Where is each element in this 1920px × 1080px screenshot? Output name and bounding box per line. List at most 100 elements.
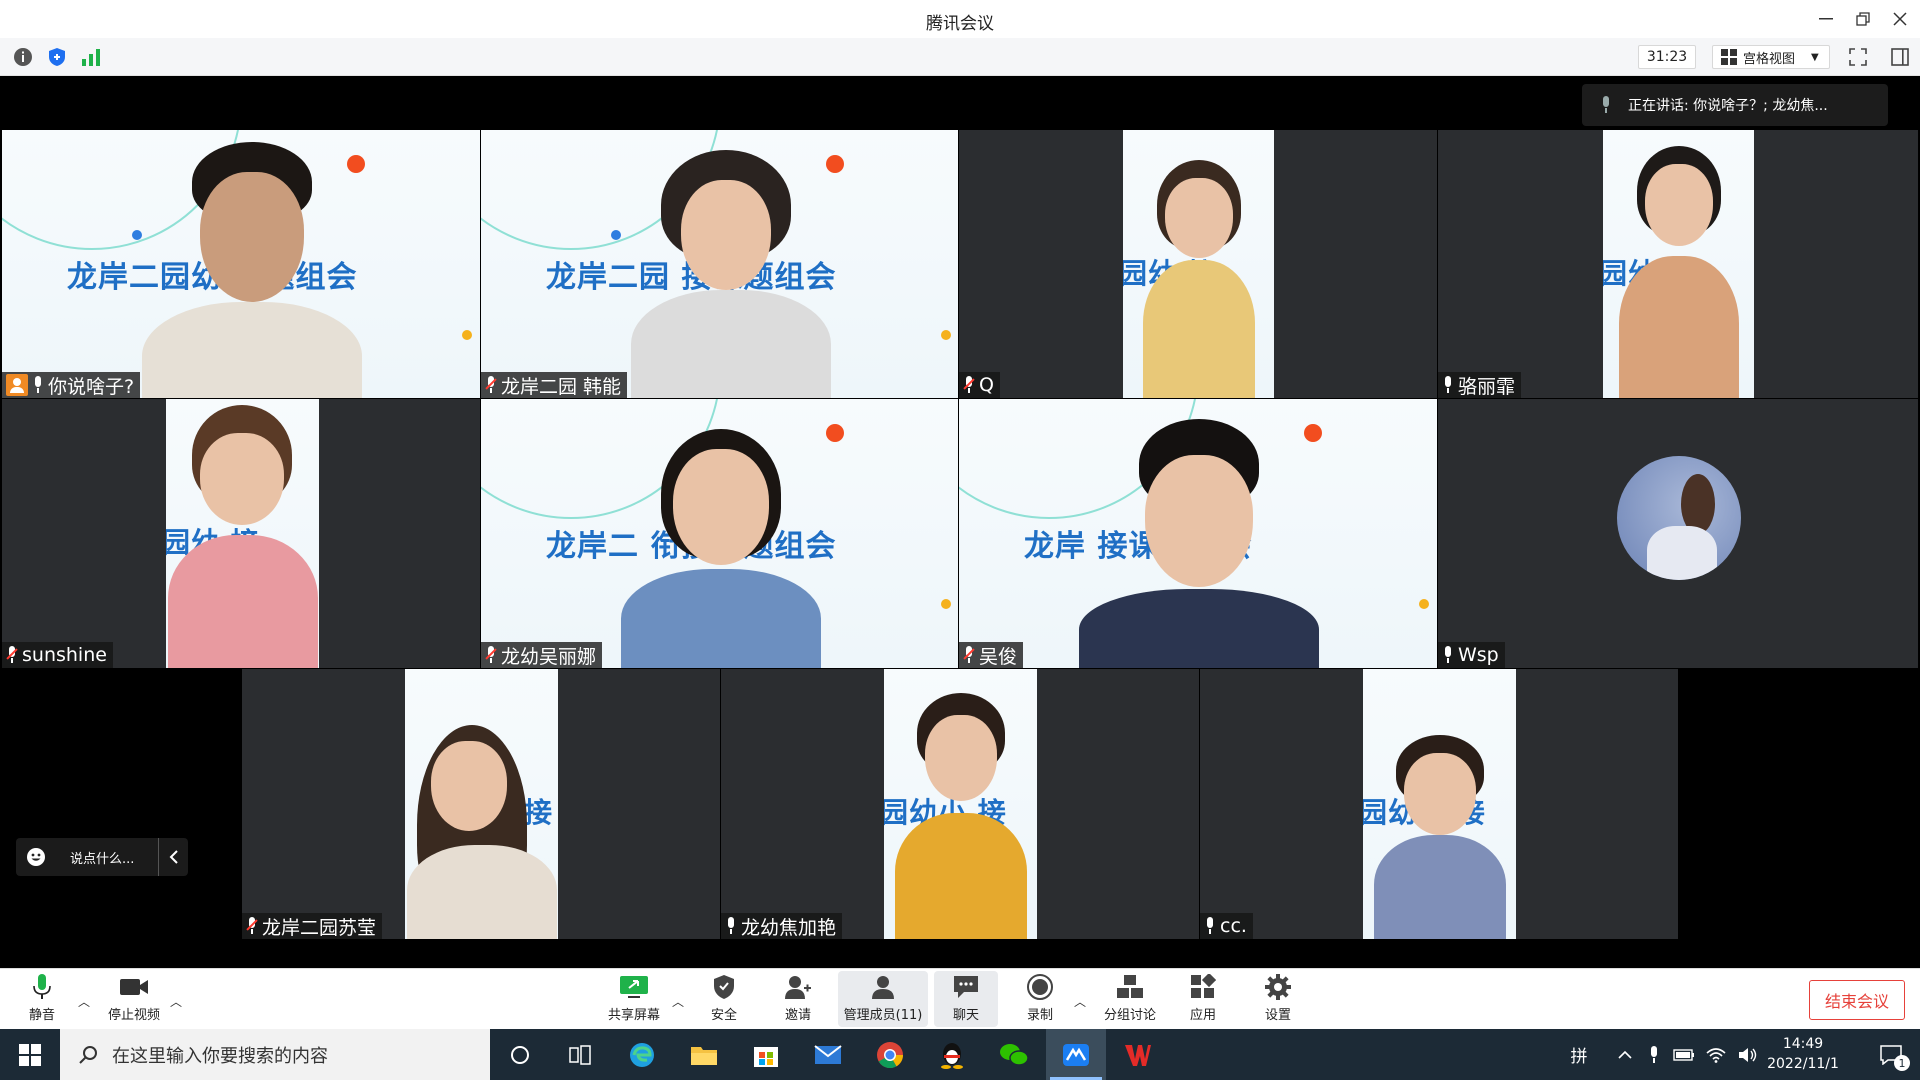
- breakout-rooms-button[interactable]: 分组讨论: [1100, 971, 1160, 1027]
- microphone-icon: [1603, 96, 1609, 113]
- video-tile[interactable]: 园幼 接 sunshine: [2, 399, 480, 668]
- participant-video: [1143, 160, 1255, 398]
- battery-icon: [1673, 1048, 1694, 1061]
- edge-app[interactable]: [612, 1029, 672, 1080]
- video-tile[interactable]: 龙岸二园幼 课题组会 你说啥子?: [2, 130, 480, 398]
- notification-center-button[interactable]: 1: [1866, 1029, 1916, 1080]
- wechat-app[interactable]: [984, 1029, 1044, 1080]
- participant-nametag: 吴俊: [959, 642, 1024, 668]
- manage-members-button[interactable]: 管理成员(11): [838, 971, 928, 1027]
- quick-chat-input[interactable]: 说点什么...: [16, 838, 188, 876]
- start-button[interactable]: [0, 1029, 60, 1080]
- video-tile[interactable]: 衔接 龙岸二园苏莹: [242, 669, 720, 939]
- participant-nametag: 龙幼吴丽娜: [481, 642, 603, 668]
- video-camera-icon: [120, 979, 148, 995]
- battery-button[interactable]: [1670, 1029, 1698, 1080]
- gear-icon: [1265, 974, 1291, 1000]
- share-screen-label: 共享屏幕: [607, 1008, 660, 1023]
- tray-microphone-button[interactable]: [1642, 1029, 1666, 1080]
- participant-avatar: [1617, 456, 1741, 580]
- wifi-button[interactable]: [1702, 1029, 1730, 1080]
- record-options-caret[interactable]: ︿: [1074, 993, 1086, 1010]
- info-button[interactable]: [13, 47, 33, 67]
- participant-video: [631, 150, 831, 398]
- mute-button[interactable]: 静音: [22, 971, 62, 1027]
- emoji-button[interactable]: [16, 847, 56, 867]
- meeting-window: 腾讯会议 31:23 宫格视图 ▼ 正在讲话: 你说啥子？; 龙幼焦... 龙岸…: [0, 0, 1920, 1080]
- cortana-button[interactable]: [490, 1029, 550, 1080]
- chevron-down-icon: ▼: [1811, 51, 1819, 63]
- manage-members-label: 管理成员(11): [843, 1008, 923, 1023]
- task-view-button[interactable]: [550, 1029, 610, 1080]
- restore-icon: [1856, 12, 1870, 26]
- file-explorer-app[interactable]: [674, 1029, 734, 1080]
- video-tile[interactable]: 园幼小 接 cc.: [1200, 669, 1678, 939]
- edge-browser-icon: [630, 1042, 654, 1067]
- video-tile[interactable]: 龙岸二园 接课题组会 龙岸二园 韩能: [481, 130, 958, 398]
- participant-name: cc.: [1220, 915, 1247, 937]
- system-clock[interactable]: 14:49 2022/11/1: [1758, 1034, 1848, 1074]
- collapse-chat-button[interactable]: [158, 838, 188, 876]
- host-icon: [6, 374, 28, 396]
- invite-button[interactable]: 邀请: [778, 971, 818, 1027]
- security-shield-button[interactable]: [47, 47, 67, 67]
- microphone-icon: [1204, 917, 1216, 935]
- chat-button[interactable]: 聊天: [934, 971, 998, 1027]
- record-icon: [1027, 974, 1053, 1000]
- show-hidden-icons-button[interactable]: [1612, 1029, 1638, 1080]
- mail-icon: [814, 1044, 842, 1064]
- record-button[interactable]: 录制: [1024, 971, 1056, 1027]
- chat-placeholder: 说点什么...: [70, 851, 135, 867]
- restore-button[interactable]: [1845, 6, 1881, 32]
- side-panel-button[interactable]: [1890, 47, 1910, 67]
- tencent-meeting-app[interactable]: [1046, 1029, 1106, 1080]
- taskbar-search-box[interactable]: 在这里输入你要搜索的内容: [60, 1029, 490, 1080]
- apps-button[interactable]: 应用: [1186, 971, 1220, 1027]
- share-screen-button[interactable]: 共享屏幕: [604, 971, 664, 1027]
- search-icon: [79, 1045, 97, 1064]
- participant-nametag: 龙幼焦加艳: [721, 913, 843, 939]
- participant-video: [1619, 146, 1739, 398]
- participant-video: [895, 693, 1027, 939]
- close-button[interactable]: [1882, 6, 1918, 32]
- mail-app[interactable]: [798, 1029, 858, 1080]
- chrome-app[interactable]: [860, 1029, 920, 1080]
- speaking-indicator: 正在讲话: 你说啥子？; 龙幼焦...: [1582, 84, 1888, 126]
- video-options-caret[interactable]: ︿: [170, 993, 182, 1010]
- clock-time: 14:49: [1782, 1036, 1824, 1052]
- participant-video: [407, 725, 557, 939]
- video-tile[interactable]: 龙岸 接课题组会 吴俊: [959, 399, 1437, 668]
- settings-button[interactable]: 设置: [1261, 971, 1295, 1027]
- video-tile[interactable]: 园幼 接 Q: [959, 130, 1437, 398]
- input-method-indicator[interactable]: 拼: [1564, 1029, 1594, 1080]
- participant-video: [621, 429, 821, 668]
- view-mode-dropdown[interactable]: 宫格视图 ▼: [1712, 45, 1830, 69]
- qq-app[interactable]: [922, 1029, 982, 1080]
- side-panel-icon: [1891, 48, 1909, 66]
- wechat-icon: [1000, 1043, 1029, 1066]
- stop-video-button[interactable]: 停止视频: [104, 971, 164, 1027]
- notification-count: 1: [1894, 1055, 1910, 1071]
- end-meeting-button[interactable]: 结束会议: [1809, 980, 1905, 1020]
- video-tile[interactable]: 龙岸二 衔接课题组会 龙幼吴丽娜: [481, 399, 958, 668]
- minimize-button[interactable]: [1808, 6, 1844, 32]
- share-options-caret[interactable]: ︿: [672, 993, 684, 1010]
- participant-name: 吴俊: [979, 645, 1018, 668]
- video-tile[interactable]: Wsp: [1438, 399, 1918, 668]
- video-tile[interactable]: 园幼 接 骆丽霏: [1438, 130, 1918, 398]
- wps-app[interactable]: [1108, 1029, 1168, 1080]
- fullscreen-button[interactable]: [1848, 47, 1868, 67]
- store-app[interactable]: [736, 1029, 796, 1080]
- participant-video: [168, 405, 318, 668]
- stop-video-label: 停止视频: [107, 1008, 160, 1023]
- security-button[interactable]: 安全: [704, 971, 744, 1027]
- video-tile[interactable]: 园幼小 接 龙幼焦加艳: [721, 669, 1199, 939]
- audio-options-caret[interactable]: ︿: [78, 993, 90, 1010]
- participant-name: Wsp: [1458, 644, 1499, 666]
- chevron-left-icon: [169, 850, 178, 864]
- close-icon: [1893, 12, 1907, 26]
- microphone-muted-icon: [246, 917, 258, 935]
- participant-nametag: Wsp: [1438, 642, 1505, 668]
- add-user-icon: [785, 976, 811, 999]
- network-signal-button[interactable]: [81, 47, 101, 67]
